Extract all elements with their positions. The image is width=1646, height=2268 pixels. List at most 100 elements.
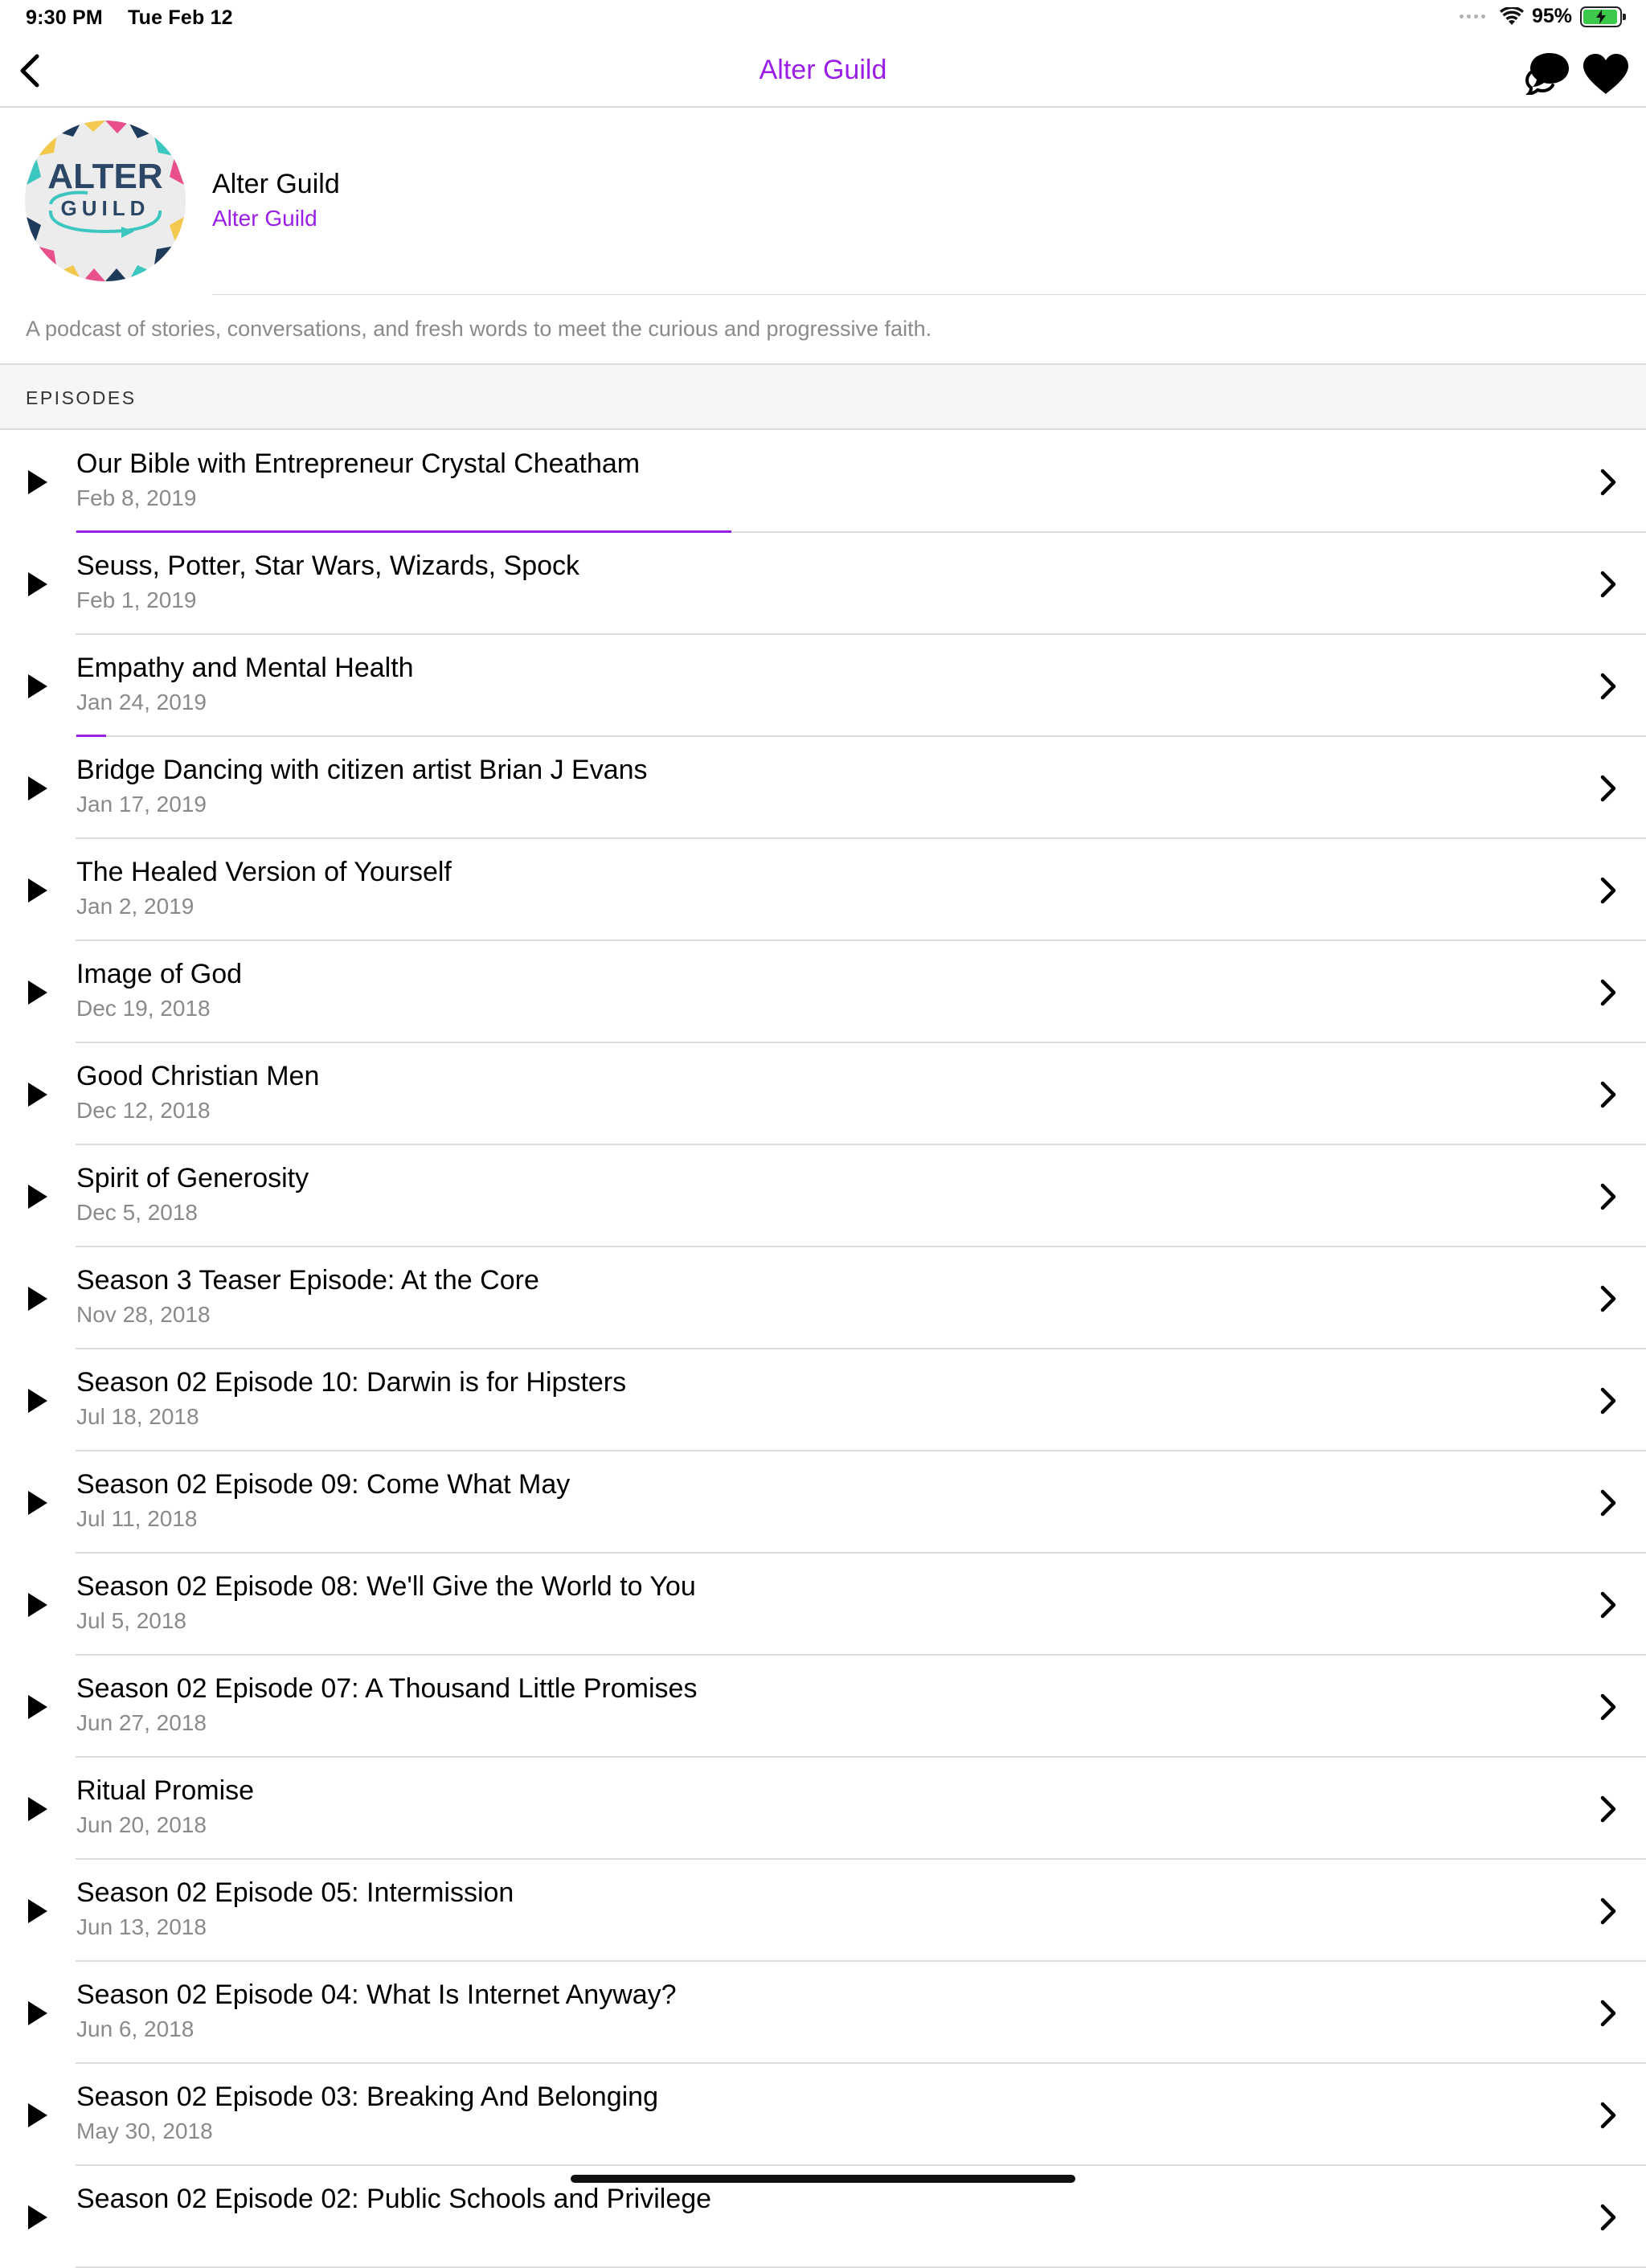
podcast-author-link[interactable]: Alter Guild	[212, 206, 317, 231]
podcast-artwork: ALTER GUILD	[25, 121, 186, 281]
chevron-right-icon	[1600, 2102, 1616, 2129]
episode-row[interactable]: Our Bible with Entrepreneur Crystal Chea…	[0, 431, 1646, 533]
episode-title: Season 3 Teaser Episode: At the Core	[76, 1265, 539, 1296]
play-icon[interactable]	[27, 1184, 48, 1210]
chevron-right-icon	[1600, 1387, 1616, 1414]
episode-date: Jul 18, 2018	[76, 1404, 199, 1429]
episode-title: Season 02 Episode 03: Breaking And Belon…	[76, 2082, 658, 2112]
chevron-right-icon	[1600, 1285, 1616, 1312]
battery-percent: 95%	[1531, 5, 1572, 27]
podcast-header: ALTER GUILD Alter Guild Alter Guild	[0, 108, 1646, 295]
episode-progress-bar	[76, 735, 1226, 737]
chevron-right-icon	[1600, 2000, 1616, 2027]
status-bar: 9:30 PM Tue Feb 12 95%	[0, 0, 1646, 39]
play-icon[interactable]	[27, 1490, 48, 1516]
home-indicator[interactable]	[571, 2175, 1075, 2183]
cellular-signal-icon	[1459, 14, 1485, 18]
episode-date: Jun 27, 2018	[76, 1710, 207, 1735]
status-indicators: 95%	[1459, 5, 1626, 28]
play-icon[interactable]	[27, 980, 48, 1005]
episode-date: Dec 5, 2018	[76, 1200, 198, 1225]
wifi-icon	[1499, 6, 1524, 25]
episode-row[interactable]: Empathy and Mental Health Jan 24, 2019	[0, 635, 1646, 737]
play-icon[interactable]	[27, 571, 48, 597]
episode-progress-bar	[76, 530, 1226, 533]
episode-title: Image of God	[76, 959, 243, 989]
podcast-description: A podcast of stories, conversations, and…	[26, 317, 932, 341]
episode-title: Our Bible with Entrepreneur Crystal Chea…	[76, 448, 641, 479]
episode-date: Feb 8, 2019	[76, 485, 197, 510]
play-icon[interactable]	[27, 1082, 48, 1107]
chevron-right-icon	[1600, 1081, 1616, 1108]
episode-row[interactable]: Season 02 Episode 05: Intermission Jun 13…	[0, 1860, 1646, 1962]
episode-title: The Healed Version of Yourself	[76, 857, 452, 887]
play-icon[interactable]	[27, 673, 48, 699]
episode-title: Season 02 Episode 09: Come What May	[76, 1469, 571, 1500]
episode-row[interactable]: Seuss, Potter, Star Wars, Wizards, Spock…	[0, 533, 1646, 635]
episode-row[interactable]: Season 3 Teaser Episode: At the Core Nov …	[0, 1247, 1646, 1349]
episode-row[interactable]: Bridge Dancing with citizen artist Brian…	[0, 737, 1646, 839]
episode-title: Season 02 Episode 05: Intermission	[76, 1877, 514, 1908]
artwork-text-bottom: GUILD	[61, 196, 150, 220]
episode-title: Good Christian Men	[76, 1061, 320, 1091]
episode-row[interactable]: Image of God Dec 19, 2018	[0, 941, 1646, 1043]
episode-row[interactable]: Season 02 Episode 08: We'll Give the Wor…	[0, 1554, 1646, 1656]
status-time: 9:30 PM	[26, 6, 103, 29]
episode-date: Dec 12, 2018	[76, 1098, 211, 1123]
play-icon[interactable]	[27, 2000, 48, 2026]
episode-date: Jul 11, 2018	[76, 1506, 198, 1531]
chevron-right-icon	[1600, 775, 1616, 802]
status-time-date: 9:30 PM Tue Feb 12	[26, 6, 233, 30]
episode-row[interactable]: Season 02 Episode 09: Come What May Jul 1…	[0, 1451, 1646, 1554]
play-icon[interactable]	[27, 2102, 48, 2128]
play-icon[interactable]	[27, 878, 48, 903]
nav-title: Alter Guild	[759, 55, 887, 85]
play-icon[interactable]	[27, 1694, 48, 1720]
episode-progress-fill	[76, 530, 732, 533]
episode-date: Jun 20, 2018	[76, 1812, 207, 1837]
episodes-section-header: EPISODES	[0, 363, 1646, 430]
episode-title: Empathy and Mental Health	[76, 653, 414, 683]
navigation-bar: Alter Guild	[0, 39, 1646, 108]
chat-bubbles-icon[interactable]	[1525, 50, 1572, 95]
play-icon[interactable]	[27, 1592, 48, 1618]
episode-title: Season 02 Episode 08: We'll Give the Wor…	[76, 1571, 696, 1602]
episode-row[interactable]: Season 02 Episode 04: What Is Internet A…	[0, 1962, 1646, 2064]
chevron-right-icon	[1600, 1795, 1616, 1823]
chevron-right-icon	[1600, 877, 1616, 904]
episode-row[interactable]: Season 02 Episode 10: Darwin is for Hips…	[0, 1349, 1646, 1451]
play-icon[interactable]	[27, 1286, 48, 1312]
episode-date: Jul 5, 2018	[76, 1608, 186, 1633]
podcast-logo-icon: ALTER GUILD	[25, 121, 186, 281]
artwork-text-top: ALTER	[47, 157, 162, 196]
episode-row[interactable]: Season 02 Episode 07: A Thousand Little …	[0, 1656, 1646, 1758]
episode-row[interactable]: Spirit of Generosity Dec 5, 2018	[0, 1145, 1646, 1247]
play-icon[interactable]	[27, 469, 48, 495]
header-divider	[212, 294, 1646, 295]
episode-progress-fill	[76, 735, 107, 737]
episode-row[interactable]: Ritual Promise Jun 20, 2018	[0, 1758, 1646, 1860]
episode-title: Season 02 Episode 10: Darwin is for Hips…	[76, 1367, 627, 1398]
episode-row[interactable]: Good Christian Men Dec 12, 2018	[0, 1043, 1646, 1145]
chevron-right-icon	[1600, 2204, 1616, 2231]
play-icon[interactable]	[27, 2205, 48, 2230]
episode-row[interactable]: Season 02 Episode 03: Breaking And Belon…	[0, 2064, 1646, 2166]
play-icon[interactable]	[27, 776, 48, 801]
heart-favorite-icon[interactable]	[1582, 53, 1630, 95]
episode-title: Ritual Promise	[76, 1775, 255, 1806]
episode-title: Bridge Dancing with citizen artist Brian…	[76, 755, 648, 785]
episode-title: Season 02 Episode 02: Public Schools and…	[76, 2184, 712, 2214]
play-icon[interactable]	[27, 1898, 48, 1924]
episode-row[interactable]: The Healed Version of Yourself Jan 2, 201…	[0, 839, 1646, 941]
chevron-right-icon	[1600, 1489, 1616, 1517]
play-icon[interactable]	[27, 1388, 48, 1414]
episode-date: Jan 17, 2019	[76, 792, 207, 817]
chevron-right-icon	[1600, 979, 1616, 1006]
episode-title: Spirit of Generosity	[76, 1163, 309, 1193]
episode-title: Season 02 Episode 07: A Thousand Little …	[76, 1673, 698, 1704]
section-header-label: EPISODES	[26, 387, 137, 408]
play-icon[interactable]	[27, 1796, 48, 1822]
episode-date: Nov 28, 2018	[76, 1302, 211, 1327]
episode-date: Jun 6, 2018	[76, 2016, 194, 2041]
status-date: Tue Feb 12	[128, 6, 233, 29]
